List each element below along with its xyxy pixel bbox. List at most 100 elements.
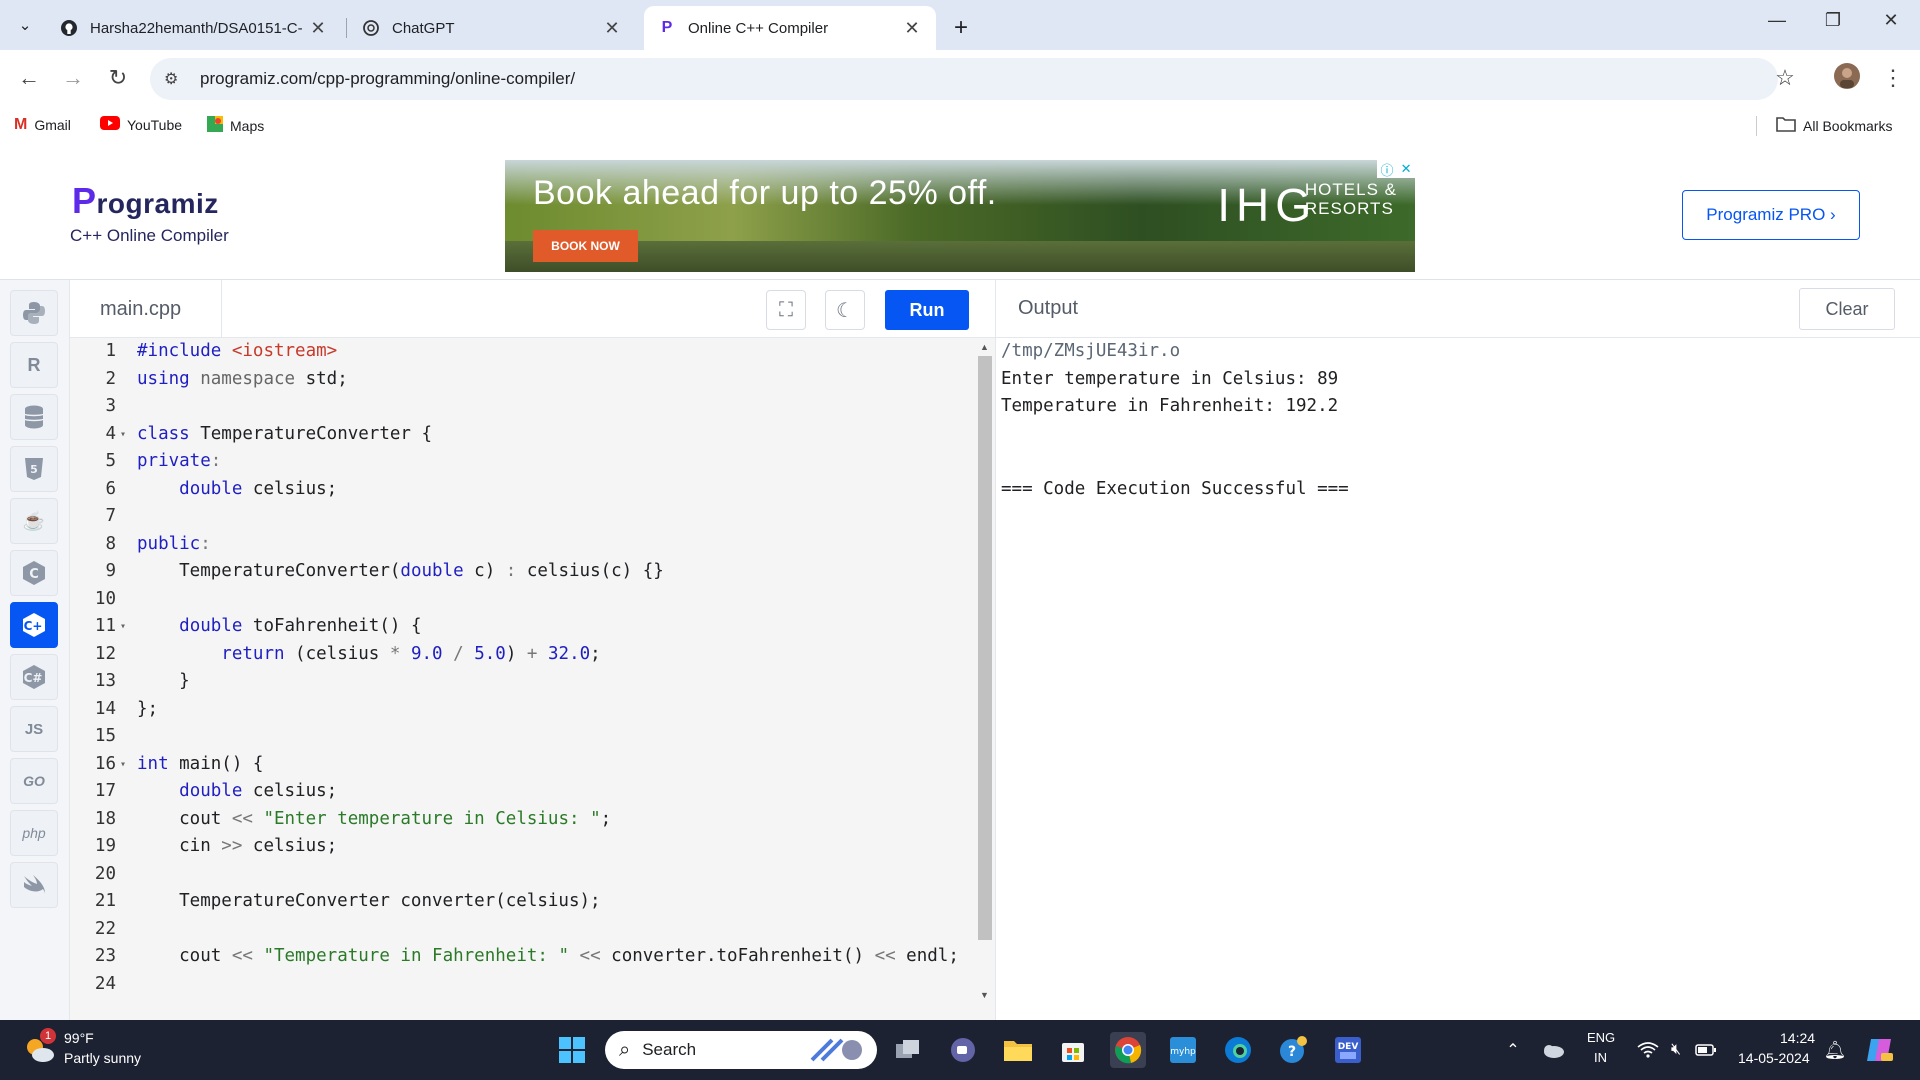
bookmark-label: YouTube	[127, 116, 183, 133]
sql-database-icon[interactable]	[10, 394, 58, 440]
csharp-language-icon[interactable]: C#	[10, 654, 58, 700]
code-line: 22	[94, 918, 116, 939]
site-settings-icon[interactable]: ⚙	[164, 69, 186, 89]
swift-language-icon[interactable]	[10, 862, 58, 908]
edge-icon[interactable]	[1220, 1032, 1256, 1068]
forward-icon[interactable]: →	[58, 66, 88, 90]
php-language-icon[interactable]: php	[10, 810, 58, 856]
code-editor[interactable]: 1 #include <iostream> 2 using namespace st…	[70, 338, 995, 1020]
task-view-icon[interactable]	[890, 1032, 926, 1068]
close-window-icon[interactable]: ✕	[1871, 10, 1911, 31]
bookmarks-bar: M Gmail YouTube Maps All Bookmarks	[0, 108, 1920, 142]
address-bar[interactable]: ⚙ programiz.com/cpp-programming/online-c…	[150, 58, 1778, 100]
ad-close-icon[interactable]: ✕	[1401, 161, 1412, 177]
bookmark-maps[interactable]: Maps	[207, 116, 264, 135]
copilot-icon[interactable]	[1862, 1032, 1898, 1068]
reload-icon[interactable]: ↻	[103, 66, 133, 90]
windows-start-icon[interactable]	[554, 1032, 590, 1068]
ad-banner[interactable]: Book ahead for up to 25% off. IHG HOTELS…	[505, 160, 1415, 272]
go-language-icon[interactable]: GO	[10, 758, 58, 804]
code-line: 16 ▾ int main() {	[70, 751, 975, 779]
code-line: 14};	[94, 698, 159, 719]
ad-headline: Book ahead for up to 25% off.	[533, 174, 997, 212]
python-icon[interactable]	[10, 290, 58, 336]
weather-desc: Partly sunny	[64, 1050, 142, 1066]
programiz-logo[interactable]: Programiz	[72, 180, 219, 222]
code-line: 7	[105, 506, 116, 526]
profile-avatar[interactable]	[1832, 63, 1862, 94]
close-tab-icon[interactable]: ✕	[902, 18, 922, 39]
fullscreen-icon[interactable]: ⛶	[766, 290, 806, 330]
scrollbar-thumb[interactable]	[978, 356, 992, 940]
taskbar-search[interactable]: ⌕ Search	[605, 1031, 877, 1069]
onedrive-icon[interactable]	[1535, 1032, 1571, 1068]
file-explorer-icon[interactable]	[1000, 1032, 1036, 1068]
compiler-subtitle: C++ Online Compiler	[70, 226, 229, 245]
programiz-pro-button[interactable]: Programiz PRO ›	[1682, 190, 1860, 240]
tab-bar: ⌄ Harsha22hemanth/DSA0151-C- ✕ ChatGPT ✕…	[0, 0, 1920, 50]
teams-icon[interactable]	[945, 1032, 981, 1068]
weather-temp: 99°F	[64, 1030, 94, 1046]
close-tab-icon[interactable]: ✕	[308, 18, 328, 39]
minimize-icon[interactable]: —	[1757, 10, 1797, 31]
run-button[interactable]: Run	[885, 290, 969, 330]
svg-text:?: ?	[1288, 1044, 1296, 1060]
all-bookmarks[interactable]: All Bookmarks	[1776, 116, 1892, 135]
dev-home-icon[interactable]: DEV	[1330, 1032, 1366, 1068]
gmail-icon: M	[14, 116, 28, 133]
bookmark-youtube[interactable]: YouTube	[100, 116, 182, 133]
input-lang-top[interactable]: ENG	[1587, 1030, 1615, 1045]
fold-arrow-icon[interactable]: ▾	[120, 751, 126, 779]
java-icon[interactable]: ☕	[10, 498, 58, 544]
notification-bell-icon[interactable]: 🔔︎	[1817, 1032, 1853, 1068]
ad-book-now-button[interactable]: BOOK NOW	[533, 230, 638, 262]
javascript-icon[interactable]: JS	[10, 706, 58, 752]
chrome-icon[interactable]	[1110, 1032, 1146, 1068]
clock-time[interactable]: 14:24	[1780, 1030, 1815, 1046]
dark-mode-moon-icon[interactable]: ☾	[825, 290, 865, 330]
code-line: 6 double celsius;	[105, 478, 338, 499]
clock-date[interactable]: 14-05-2024	[1738, 1050, 1810, 1066]
file-tab-main-cpp[interactable]: main.cpp	[70, 280, 222, 338]
input-lang-bottom[interactable]: IN	[1594, 1050, 1607, 1065]
editor-scrollbar[interactable]: ▲ ▼	[975, 338, 995, 1006]
fold-arrow-icon[interactable]: ▾	[120, 613, 126, 641]
html5-icon[interactable]: 5	[10, 446, 58, 492]
clear-button[interactable]: Clear	[1799, 288, 1895, 330]
scroll-up-icon[interactable]: ▲	[980, 342, 989, 352]
ad-info-icon[interactable]: ⓘ	[1381, 160, 1394, 179]
new-tab-button[interactable]: +	[944, 6, 978, 50]
weather-badge: 1	[40, 1028, 56, 1044]
c-language-icon[interactable]: C	[10, 550, 58, 596]
github-icon	[60, 19, 78, 37]
back-icon[interactable]: ←	[14, 66, 44, 90]
all-bookmarks-label: All Bookmarks	[1803, 117, 1893, 134]
battery-icon[interactable]	[1688, 1032, 1724, 1068]
language-sidebar: R 5 ☕ C C+ C# JS GO php	[0, 280, 70, 1020]
bookmark-star-icon[interactable]: ☆	[1770, 66, 1800, 90]
code-line: 15	[94, 726, 116, 746]
tab-github[interactable]: Harsha22hemanth/DSA0151-C- ✕	[46, 6, 342, 50]
tab-title: ChatGPT	[392, 19, 455, 37]
youtube-icon	[100, 116, 120, 133]
mylap-app-icon[interactable]: myhp	[1165, 1032, 1201, 1068]
tab-chatgpt[interactable]: ChatGPT ✕	[348, 6, 636, 50]
fold-arrow-icon[interactable]: ▾	[120, 421, 126, 449]
restore-icon[interactable]: ❐	[1813, 10, 1853, 31]
ad-close-controls[interactable]: ⓘ ✕	[1377, 160, 1415, 178]
output-console[interactable]: /tmp/ZMsjUE43ir.o Enter temperature in C…	[995, 338, 1920, 1020]
chevron-up-icon[interactable]: ⌃	[1495, 1032, 1531, 1068]
tab-title: Online C++ Compiler	[688, 19, 829, 37]
get-help-icon[interactable]: ?	[1275, 1032, 1311, 1068]
tab-online-compiler[interactable]: P Online C++ Compiler ✕	[644, 6, 936, 50]
tab-search-chevron-icon[interactable]: ⌄	[10, 12, 40, 38]
cpp-language-icon[interactable]: C+	[10, 602, 58, 648]
microsoft-store-icon[interactable]	[1055, 1032, 1091, 1068]
menu-kebab-icon[interactable]: ⋮	[1878, 66, 1908, 90]
scroll-down-icon[interactable]: ▼	[980, 990, 989, 1000]
output-line: Enter temperature in Celsius: 89	[1001, 368, 1339, 389]
close-tab-icon[interactable]: ✕	[602, 18, 622, 39]
r-icon[interactable]: R	[10, 342, 58, 388]
programiz-icon: P	[661, 19, 673, 36]
bookmark-gmail[interactable]: M Gmail	[14, 116, 71, 134]
